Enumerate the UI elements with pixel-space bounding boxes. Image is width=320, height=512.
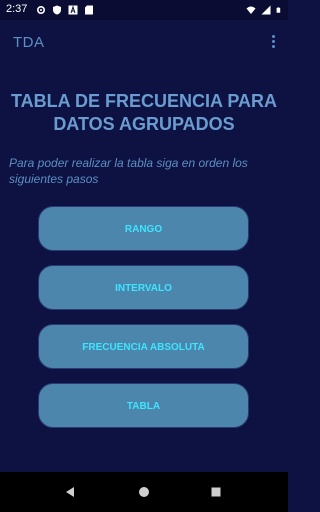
shield-icon	[53, 5, 61, 15]
battery-icon	[276, 7, 281, 13]
rango-button[interactable]: RANGO	[38, 206, 249, 251]
font-icon	[68, 5, 78, 15]
more-vert-icon[interactable]	[270, 35, 276, 51]
app-bar: TDA	[0, 20, 288, 64]
instructions-text: Para poder realizar la tabla siga en ord…	[9, 156, 248, 186]
page-title-line-1: TABLA DE FRECUENCIA PARA	[11, 91, 277, 111]
page-title-line-2: DATOS AGRUPADOS	[53, 114, 235, 134]
status-notification-icons	[36, 4, 94, 16]
intervalo-button[interactable]: INTERVALO	[38, 265, 249, 310]
home-icon[interactable]	[138, 486, 150, 498]
app-title: TDA	[13, 34, 45, 51]
frecuencia-absoluta-button[interactable]: FRECUENCIA ABSOLUTA	[38, 324, 249, 369]
sd-card-icon	[85, 5, 93, 15]
status-system-icons	[246, 4, 282, 16]
recents-icon[interactable]	[211, 487, 221, 497]
status-bar: 2:37	[0, 0, 288, 20]
page-title: TABLA DE FRECUENCIA PARA DATOS AGRUPADOS	[0, 90, 288, 136]
back-icon[interactable]	[64, 486, 76, 498]
wifi-icon	[246, 6, 256, 14]
tabla-button[interactable]: TABLA	[38, 383, 249, 428]
navigation-bar	[0, 472, 288, 512]
signal-icon	[261, 5, 271, 15]
status-time: 2:37	[6, 3, 28, 15]
settings-icon	[36, 5, 46, 15]
